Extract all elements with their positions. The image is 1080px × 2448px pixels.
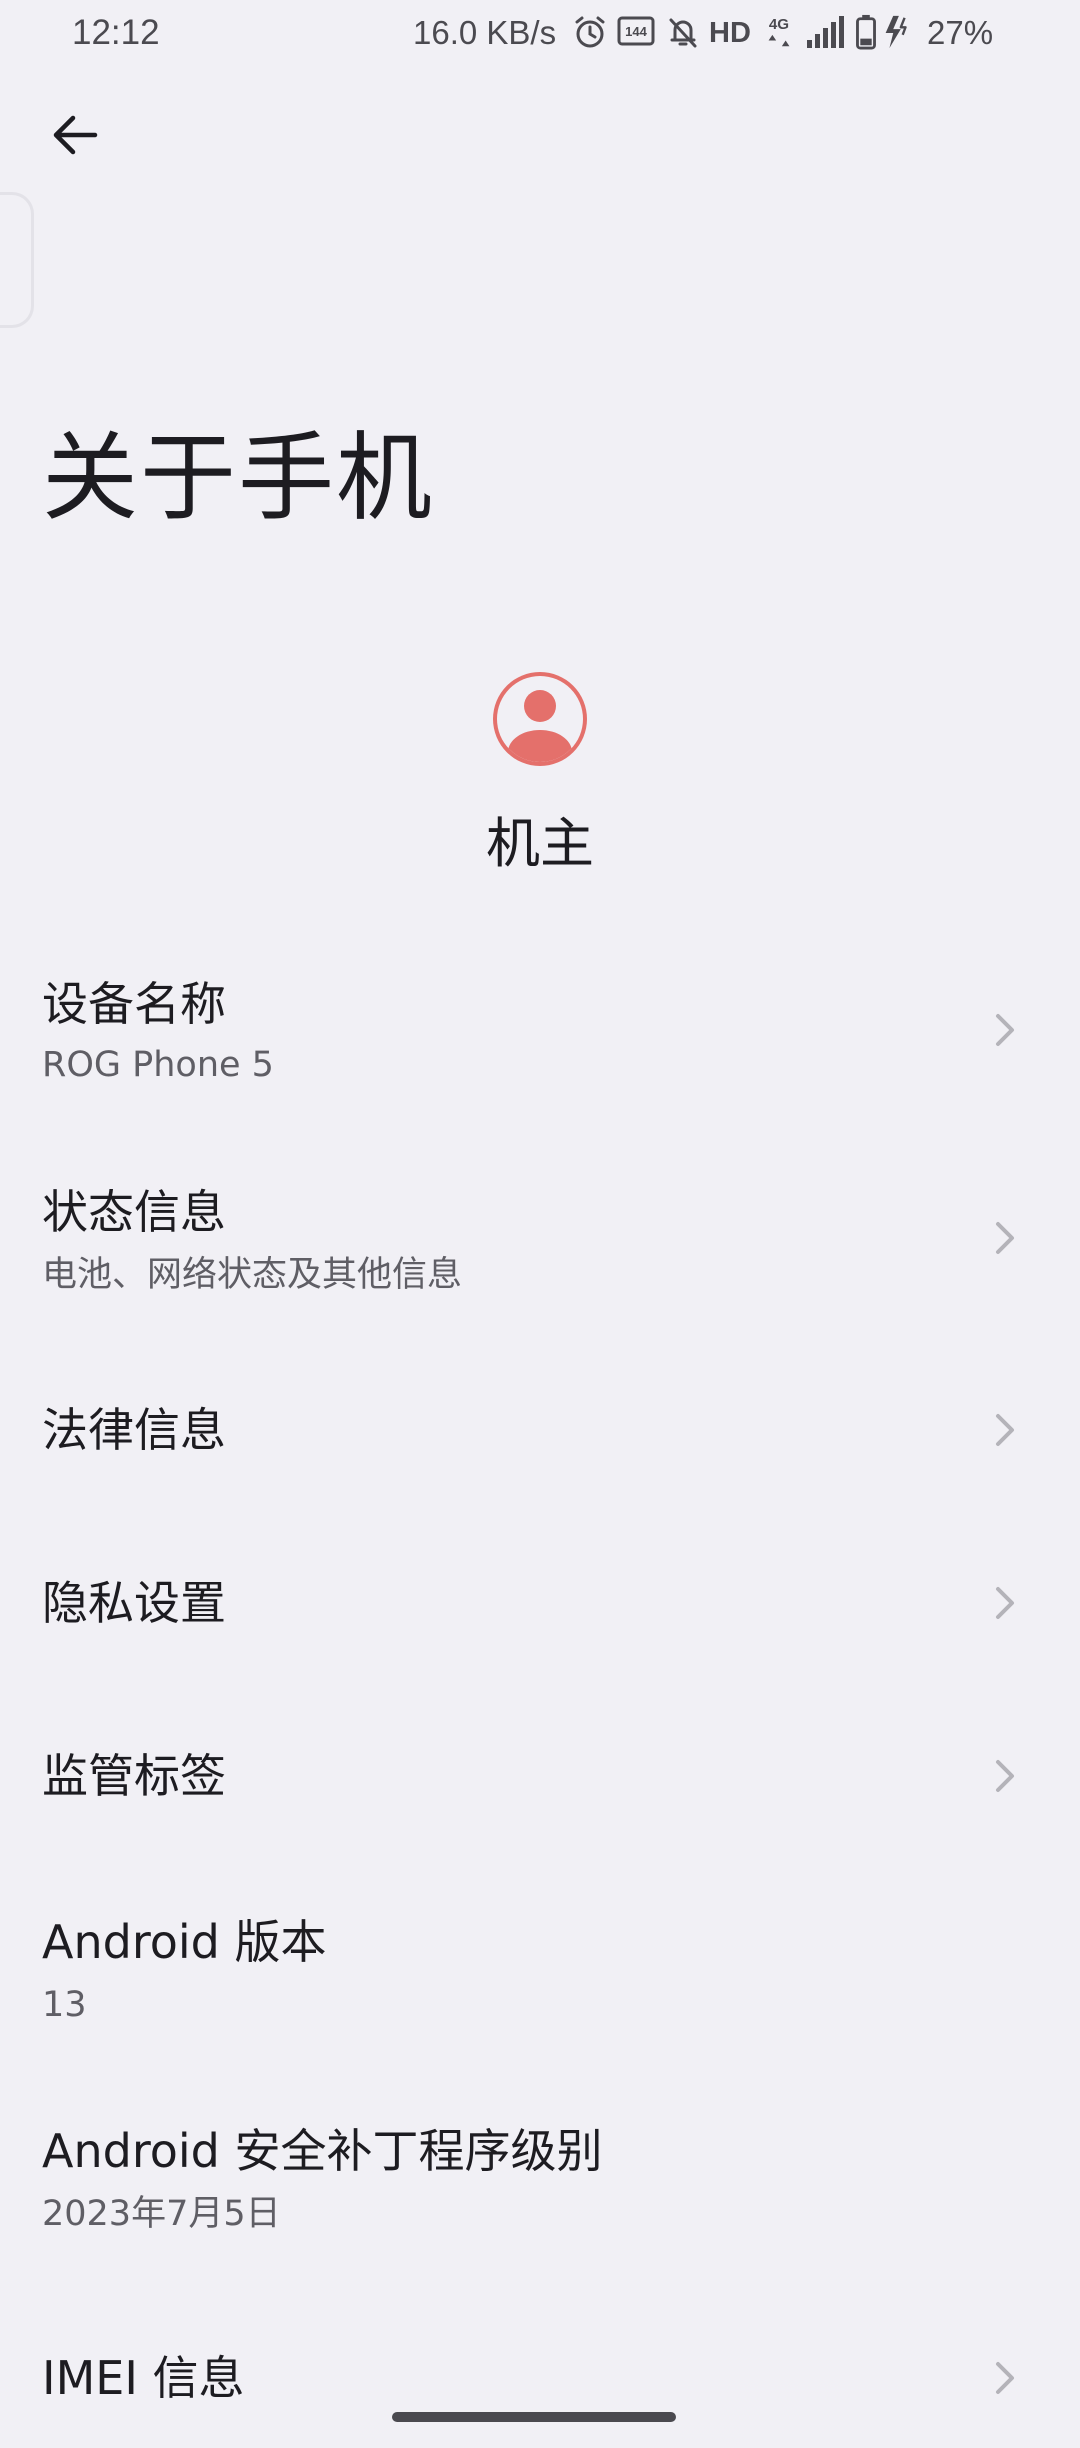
status-time: 12:12 — [72, 13, 160, 52]
item-title: 状态信息 — [42, 1185, 226, 1239]
list-item-legal-info[interactable]: 法律信息 — [0, 1388, 1080, 1472]
refresh-rate-value: 144 — [625, 24, 647, 39]
list-item-android-version[interactable]: Android 版本 13 — [0, 1902, 1080, 2042]
chevron-right-icon — [996, 1587, 1014, 1619]
item-subtitle: 13 — [42, 1985, 87, 2025]
item-title: 法律信息 — [42, 1403, 226, 1457]
chevron-right-icon — [996, 1222, 1014, 1254]
list-item-imei-info[interactable]: IMEI 信息 — [0, 2336, 1080, 2420]
arrow-left-icon — [53, 115, 98, 155]
list-item-status-info[interactable]: 状态信息 电池、网络状态及其他信息 — [0, 1168, 1080, 1308]
list-item-regulatory-labels[interactable]: 监管标签 — [0, 1734, 1080, 1818]
item-title: 设备名称 — [42, 977, 226, 1031]
chevron-right-icon — [996, 1014, 1014, 1046]
list-item-privacy-settings[interactable]: 隐私设置 — [0, 1561, 1080, 1645]
about-phone-screen: 12:12 16.0 KB/s 144 HD 4G 27% 关于手机 机主 设备… — [0, 0, 1080, 2448]
owner-avatar-icon[interactable] — [487, 666, 593, 772]
network-type-label: 4G — [769, 16, 789, 33]
item-title: IMEI 信息 — [42, 2351, 245, 2405]
page-title: 关于手机 — [42, 422, 434, 534]
battery-percent: 27% — [927, 14, 994, 51]
list-item-device-name[interactable]: 设备名称 ROG Phone 5 — [0, 960, 1080, 1100]
chevron-right-icon — [996, 2362, 1014, 2394]
item-subtitle: 电池、网络状态及其他信息 — [42, 1255, 463, 1295]
hd-icon: HD — [709, 17, 751, 49]
mute-icon — [669, 18, 697, 48]
status-bar: 12:12 16.0 KB/s 144 HD 4G 27% — [0, 0, 1080, 66]
item-title: 隐私设置 — [42, 1576, 226, 1630]
item-subtitle: ROG Phone 5 — [42, 1045, 274, 1085]
item-title: Android 安全补丁程序级别 — [42, 2124, 603, 2178]
4g-icon: 4G — [768, 16, 790, 47]
edge-panel-handle[interactable] — [0, 192, 34, 328]
alarm-icon — [575, 16, 605, 48]
item-title: Android 版本 — [42, 1915, 327, 1969]
network-speed: 16.0 KB/s — [413, 14, 557, 51]
gesture-navigation-bar[interactable] — [392, 2412, 676, 2422]
chevron-right-icon — [996, 1760, 1014, 1792]
list-item-security-patch-level[interactable]: Android 安全补丁程序级别 2023年7月5日 — [0, 2111, 1080, 2251]
item-title: 监管标签 — [42, 1749, 226, 1803]
item-subtitle: 2023年7月5日 — [42, 2194, 281, 2234]
battery-icon — [856, 14, 876, 50]
charging-icon — [885, 15, 907, 49]
back-button[interactable] — [40, 100, 110, 170]
chevron-right-icon — [996, 1414, 1014, 1446]
signal-icon — [807, 16, 844, 48]
owner-name[interactable]: 机主 — [0, 808, 1080, 880]
hd-label: HD — [709, 17, 751, 49]
refresh-rate-icon: 144 — [617, 16, 655, 46]
